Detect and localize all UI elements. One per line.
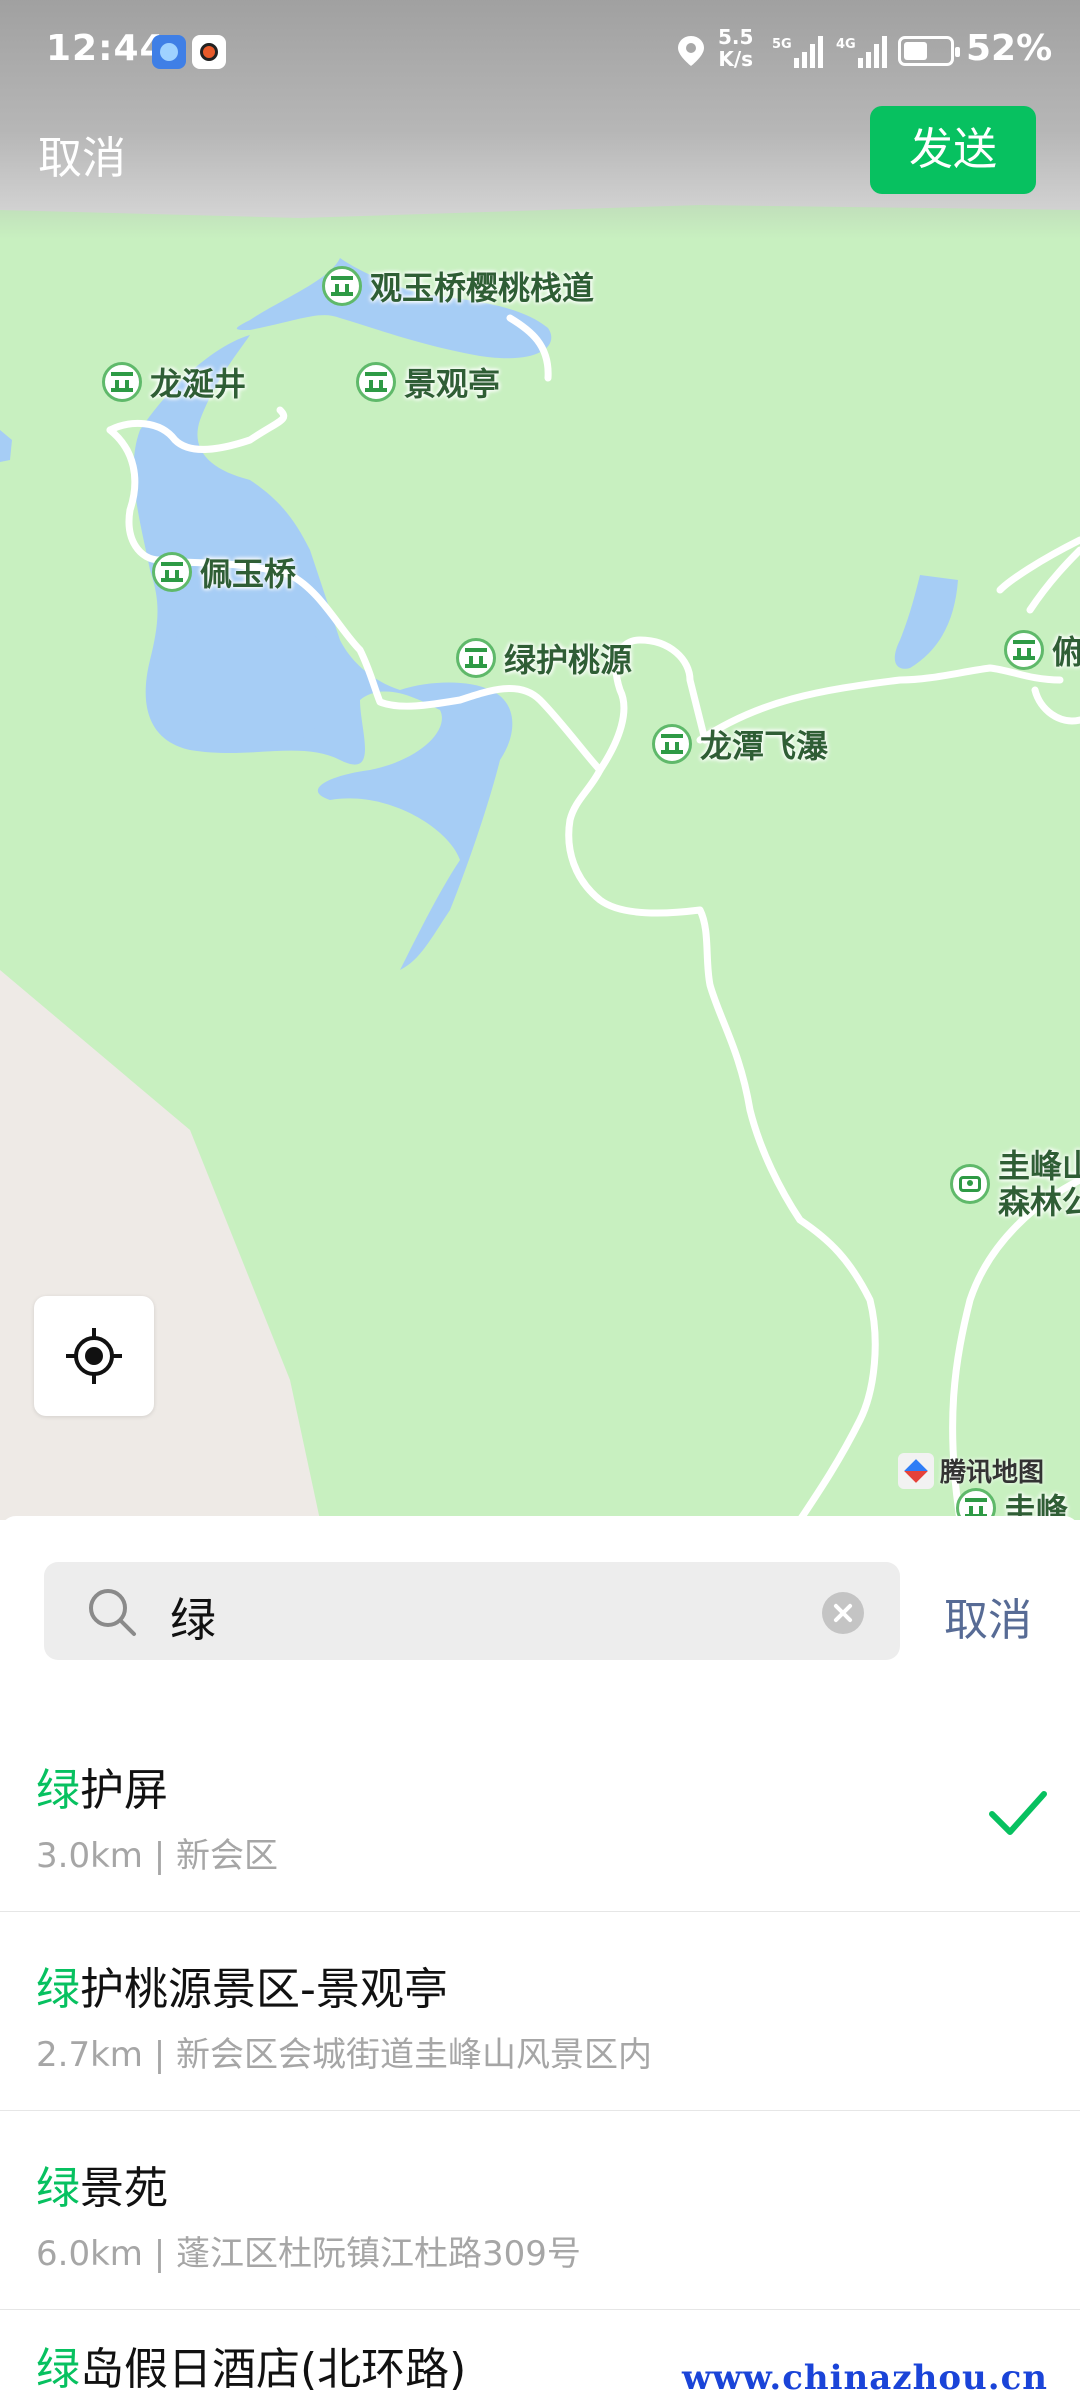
locate-icon [66,1328,122,1384]
poi-scenic-spot[interactable]: 绿护桃源 [456,634,632,682]
result-separator: | [153,1836,166,1876]
clear-icon[interactable] [822,1592,864,1634]
search-cancel-button[interactable]: 取消 [944,1584,1032,1648]
battery-percent: 52% [966,28,1053,69]
result-name-highlight: 绿 [36,1765,80,1816]
result-separator: | [153,2035,166,2075]
result-subtitle: 2.7km | 新会区会城街道圭峰山风景区内 [36,2027,652,2076]
poi-scenic-spot[interactable]: 龙涎井 [102,358,246,406]
scenic-spot-icon [356,362,396,402]
result-name-highlight: 绿 [36,2344,80,2395]
send-button[interactable]: 发送 [870,106,1036,194]
net-speed: 5.5 K/s [718,26,753,70]
result-item[interactable]: 绿护屏 3.0km | 新会区 [0,1714,1080,1912]
poi-label: 龙涎井 [150,365,247,403]
result-address: 新会区会城街道圭峰山风景区内 [175,2035,652,2075]
result-name-rest: 护桃源景区-景观亭 [80,1964,448,2015]
result-distance: 3.0km [36,1836,143,1876]
poi-scenic-spot[interactable]: 佩玉桥 [152,548,296,596]
poi-scenic-spot[interactable]: 圭峰 [956,1484,1068,1520]
signal-4g-icon: 4G [836,36,887,68]
signal-4g-text: 4G [836,37,856,52]
poi-scenic-spot[interactable]: 龙潭飞瀑 [652,720,828,768]
scenic-spot-icon [652,724,692,764]
poi-label: 俯 [1052,633,1080,671]
poi-label: 佩玉桥 [200,555,297,593]
map-brand-label: 腾讯地图 [940,1458,1045,1488]
battery-icon [898,36,960,66]
result-name: 绿护桃源景区-景观亭 [36,1953,448,2017]
locate-me-button[interactable] [34,1296,154,1416]
pond-edge [0,430,12,462]
poi-label-line2: 森林公 [998,1183,1080,1221]
map-brand: 腾讯地图 [898,1452,1044,1489]
result-name-rest: 护屏 [80,1765,168,1816]
tencent-map-logo-icon [898,1452,934,1489]
net-speed-unit: K/s [718,47,754,71]
search-icon [89,1589,136,1636]
scenic-spot-icon [152,552,192,592]
poi-label: 圭峰 [1004,1491,1069,1520]
cancel-button[interactable]: 取消 [38,122,126,186]
result-name-rest: 景苑 [80,2163,168,2214]
result-subtitle: 3.0km | 新会区 [36,1828,278,1877]
scenic-spot-icon [102,362,142,402]
result-name: 绿景苑 [36,2152,168,2216]
camera-spot-icon [950,1164,990,1204]
result-item[interactable]: 绿景苑 6.0km | 蓬江区杜阮镇江杜路309号 [0,2112,1080,2310]
search-query: 绿 [170,1593,216,1647]
search-input[interactable]: 绿 [44,1562,900,1660]
scenic-spot-icon [1004,630,1044,670]
poi-label: 景观亭 [404,365,501,403]
poi-label-line1: 圭峰山 [998,1147,1080,1185]
check-icon [989,1791,1047,1835]
poi-label: 观玉桥樱桃栈道 [370,269,595,307]
poi-scenic-spot[interactable]: 景观亭 [356,358,500,406]
battery-fill [904,42,927,60]
location-icon [678,36,704,66]
net-speed-value: 5.5 [718,25,754,49]
result-item[interactable]: 绿护桃源景区-景观亭 2.7km | 新会区会城街道圭峰山风景区内 [0,1913,1080,2111]
result-separator: | [153,2234,166,2274]
result-name-highlight: 绿 [36,1964,80,2015]
poi-label: 圭峰山 森林公 [998,1148,1080,1220]
signal-5g-text: 5G [772,37,792,52]
app-blue-icon [152,35,186,69]
poi-scenic-spot[interactable]: 俯 [1004,626,1080,674]
result-name-rest: 岛假日酒店(北环路) [80,2344,467,2395]
map-view[interactable]: 观玉桥樱桃栈道 龙涎井 景观亭 佩玉桥 绿护桃源 龙潭飞瀑 俯 圭峰山 森林公 … [0,0,1080,1520]
result-address: 蓬江区杜阮镇江杜路309号 [175,2234,581,2274]
status-time: 12:44 [46,28,166,69]
scenic-spot-icon [456,638,496,678]
poi-label: 龙潭飞瀑 [700,727,829,765]
scenic-spot-icon [322,266,362,306]
result-subtitle: 6.0km | 蓬江区杜阮镇江杜路309号 [36,2226,581,2275]
result-distance: 2.7km [36,2035,143,2075]
pond-east [894,575,958,669]
watermark: www.chinazhou.cn [682,2358,1048,2398]
result-distance: 6.0km [36,2234,143,2274]
status-bar: 12:44 5.5 K/s 5G 4G 52% [0,0,1080,100]
result-name: 绿护屏 [36,1754,168,1818]
signal-5g-icon: 5G [772,36,823,68]
poi-camera-spot[interactable]: 圭峰山 森林公 [950,1148,1080,1220]
poi-label: 绿护桃源 [504,641,633,679]
search-sheet: 绿 取消 绿护屏 3.0km | 新会区 绿护桃源景区-景观亭 2.7km | … [0,1516,1080,2400]
result-name: 绿岛假日酒店(北环路) [36,2333,466,2397]
result-address: 新会区 [175,1836,278,1876]
app-fox-icon [192,35,226,69]
result-name-highlight: 绿 [36,2163,80,2214]
urban-area [0,970,320,1520]
poi-scenic-spot[interactable]: 观玉桥樱桃栈道 [322,262,594,310]
